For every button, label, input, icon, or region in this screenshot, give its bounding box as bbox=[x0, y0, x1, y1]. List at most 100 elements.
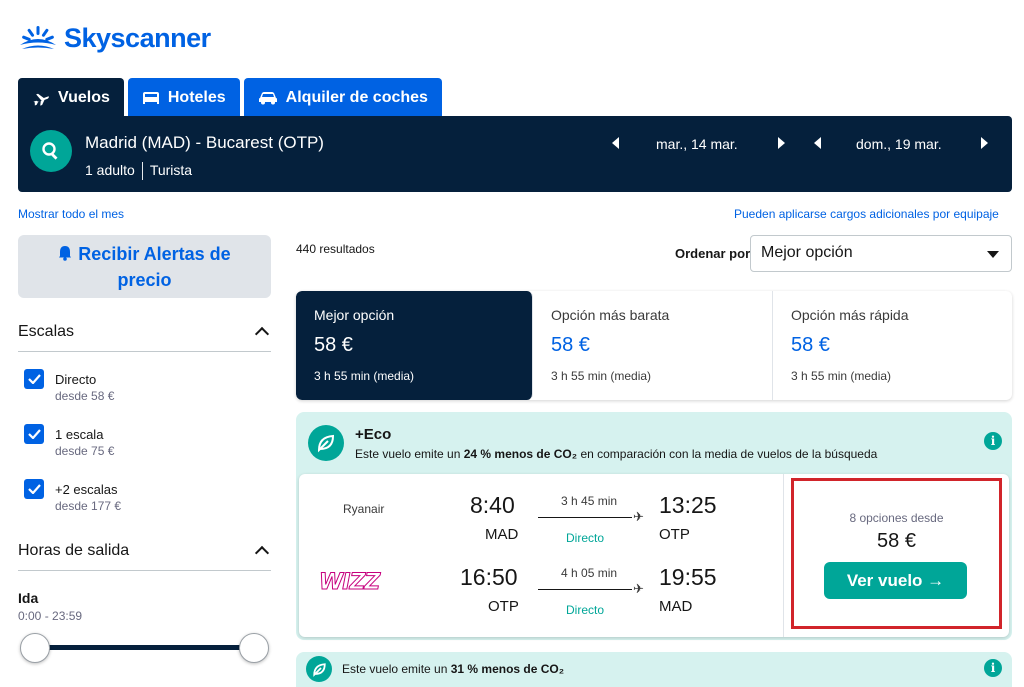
price-divider bbox=[783, 474, 784, 637]
edit-search-button[interactable] bbox=[30, 130, 72, 172]
skyscanner-logo[interactable]: Skyscanner bbox=[18, 20, 211, 56]
car-icon bbox=[258, 91, 278, 105]
sort-tab-cheapest-price: 58 € bbox=[551, 334, 590, 356]
return-prev-arrow[interactable] bbox=[814, 137, 821, 149]
view-flight-button[interactable]: Ver vuelo → bbox=[824, 562, 967, 599]
search-summary-bar: Madrid (MAD) - Bucarest (OTP) 1 adulto T… bbox=[18, 116, 1012, 192]
stops-direct-option[interactable]: Directo desde 58 € bbox=[24, 369, 114, 405]
airline-ryanair: Ryanair bbox=[343, 502, 385, 516]
tab-flights[interactable]: Vuelos bbox=[18, 78, 124, 118]
bell-icon bbox=[59, 245, 72, 261]
time-slider-max-handle[interactable] bbox=[239, 633, 269, 663]
departure-times-header[interactable]: Horas de salida bbox=[18, 542, 271, 571]
stops-direct-label: Directo bbox=[55, 372, 97, 387]
plane-icon bbox=[32, 90, 50, 106]
inbound-arrive-time: 19:55 bbox=[659, 564, 717, 590]
depart-prev-arrow[interactable] bbox=[612, 137, 619, 149]
check-icon bbox=[27, 429, 41, 439]
results-count: 440 resultados bbox=[296, 242, 375, 256]
sort-tab-cheapest[interactable]: Opción más barata 58 € 3 h 55 min (media… bbox=[533, 291, 773, 400]
outbound-route-line bbox=[538, 517, 632, 518]
inbound-depart-time: 16:50 bbox=[460, 564, 518, 590]
show-whole-month-link[interactable]: Mostrar todo el mes bbox=[18, 207, 124, 221]
tab-flights-label: Vuelos bbox=[58, 89, 110, 106]
price-alert-button[interactable]: Recibir Alertas de precio bbox=[18, 235, 271, 298]
time-slider-min-handle[interactable] bbox=[20, 633, 50, 663]
options-count: 8 opciones desde bbox=[849, 511, 944, 525]
tab-car-hire[interactable]: Alquiler de coches bbox=[243, 78, 442, 118]
checkbox-two-plus[interactable] bbox=[24, 479, 44, 499]
outbound-time-range: 0:00 - 23:59 bbox=[18, 609, 83, 623]
plane-icon: ✈ bbox=[633, 581, 644, 596]
vertical-tabs: Vuelos Hoteles Alquiler de coches bbox=[18, 78, 442, 118]
info-icon[interactable]: i bbox=[984, 659, 1002, 677]
outbound-depart-airport: MAD bbox=[485, 526, 519, 543]
sort-label: Ordenar por bbox=[675, 246, 751, 261]
checkbox-one-stop[interactable] bbox=[24, 424, 44, 444]
search-icon bbox=[42, 142, 58, 160]
outbound-arrive-time: 13:25 bbox=[659, 492, 717, 518]
sort-tab-fastest-duration: 3 h 55 min (media) bbox=[791, 369, 892, 383]
outbound-duration: 3 h 45 min bbox=[561, 494, 618, 508]
inbound-arrive-airport: MAD bbox=[659, 598, 693, 615]
stops-title: Escalas bbox=[18, 323, 75, 340]
outbound-arrive-airport: OTP bbox=[659, 526, 690, 543]
sort-tab-fastest[interactable]: Opción más rápida 58 € 3 h 55 min (media… bbox=[773, 291, 1012, 400]
eco-description-tail: en comparación con la media de vuelos de… bbox=[577, 447, 878, 461]
eco-description-2-text: Este vuelo emite un bbox=[342, 662, 451, 676]
stops-two-plus-label: +2 escalas bbox=[55, 482, 118, 497]
sort-select[interactable]: Mejor opción bbox=[750, 235, 1012, 272]
airline-wizz-logo: WIZZ bbox=[318, 570, 380, 596]
stops-one-option[interactable]: 1 escala desde 75 € bbox=[24, 424, 114, 460]
inbound-duration: 4 h 05 min bbox=[561, 566, 618, 580]
leaf-icon bbox=[306, 656, 332, 682]
inbound-depart-airport: OTP bbox=[488, 598, 519, 615]
flight-price: 58 € bbox=[877, 530, 916, 552]
stops-two-plus-price: desde 177 € bbox=[55, 499, 122, 513]
stops-one-label: 1 escala bbox=[55, 427, 104, 442]
search-passengers[interactable]: 1 adulto Turista bbox=[85, 162, 192, 180]
checkbox-direct[interactable] bbox=[24, 369, 44, 389]
sort-tab-cheapest-title: Opción más barata bbox=[551, 307, 670, 323]
depart-date[interactable]: mar., 14 mar. bbox=[656, 136, 738, 152]
sort-select-value: Mejor opción bbox=[761, 244, 853, 261]
outbound-depart-time: 8:40 bbox=[470, 492, 515, 518]
stops-direct-price: desde 58 € bbox=[55, 389, 115, 403]
sort-tab-best-price: 58 € bbox=[314, 334, 353, 356]
sunrise-icon bbox=[20, 26, 56, 49]
depart-next-arrow[interactable] bbox=[778, 137, 785, 149]
bed-icon bbox=[142, 91, 160, 105]
sort-tab-best-duration: 3 h 55 min (media) bbox=[314, 369, 415, 383]
plane-icon: ✈ bbox=[633, 509, 644, 524]
search-route[interactable]: Madrid (MAD) - Bucarest (OTP) bbox=[85, 133, 324, 153]
chevron-up-icon bbox=[254, 545, 270, 561]
divider bbox=[141, 162, 143, 180]
caret-down-icon bbox=[987, 251, 999, 258]
stops-two-plus-option[interactable]: +2 escalas desde 177 € bbox=[24, 479, 121, 515]
sort-tab-best[interactable]: Mejor opción 58 € 3 h 55 min (media) bbox=[296, 291, 533, 400]
stops-filter-header[interactable]: Escalas bbox=[18, 323, 271, 352]
stops-one-price: desde 75 € bbox=[55, 444, 115, 458]
inbound-stops: Directo bbox=[566, 603, 605, 617]
return-next-arrow[interactable] bbox=[981, 137, 988, 149]
baggage-fees-link[interactable]: Pueden aplicarse cargos adicionales por … bbox=[734, 207, 999, 221]
highlight-annotation bbox=[791, 478, 1002, 629]
return-date[interactable]: dom., 19 mar. bbox=[856, 136, 942, 152]
outbound-label: Ida bbox=[18, 590, 39, 606]
cabin-class: Turista bbox=[149, 162, 193, 178]
sort-tab-cheapest-duration: 3 h 55 min (media) bbox=[551, 369, 652, 383]
price-alert-label: Recibir Alertas de precio bbox=[78, 243, 231, 290]
eco-description-text: Este vuelo emite un bbox=[355, 447, 464, 461]
chevron-up-icon bbox=[254, 326, 270, 342]
eco-percentage: 24 % menos de CO₂ bbox=[463, 447, 578, 461]
time-slider-track[interactable] bbox=[34, 645, 254, 650]
eco-description: Este vuelo emite un 24 % menos de CO₂ en… bbox=[355, 447, 877, 461]
tab-hotels[interactable]: Hoteles bbox=[127, 78, 240, 118]
sort-tab-best-title: Mejor opción bbox=[314, 307, 395, 323]
brand-name: Skyscanner bbox=[64, 22, 211, 53]
check-icon bbox=[27, 374, 41, 384]
eco-result-card-2: Este vuelo emite un 31 % menos de CO₂ i bbox=[296, 652, 1012, 687]
info-icon[interactable]: i bbox=[984, 432, 1002, 450]
sort-tabs: Mejor opción 58 € 3 h 55 min (media) Opc… bbox=[296, 291, 1012, 400]
outbound-stops: Directo bbox=[566, 531, 605, 545]
